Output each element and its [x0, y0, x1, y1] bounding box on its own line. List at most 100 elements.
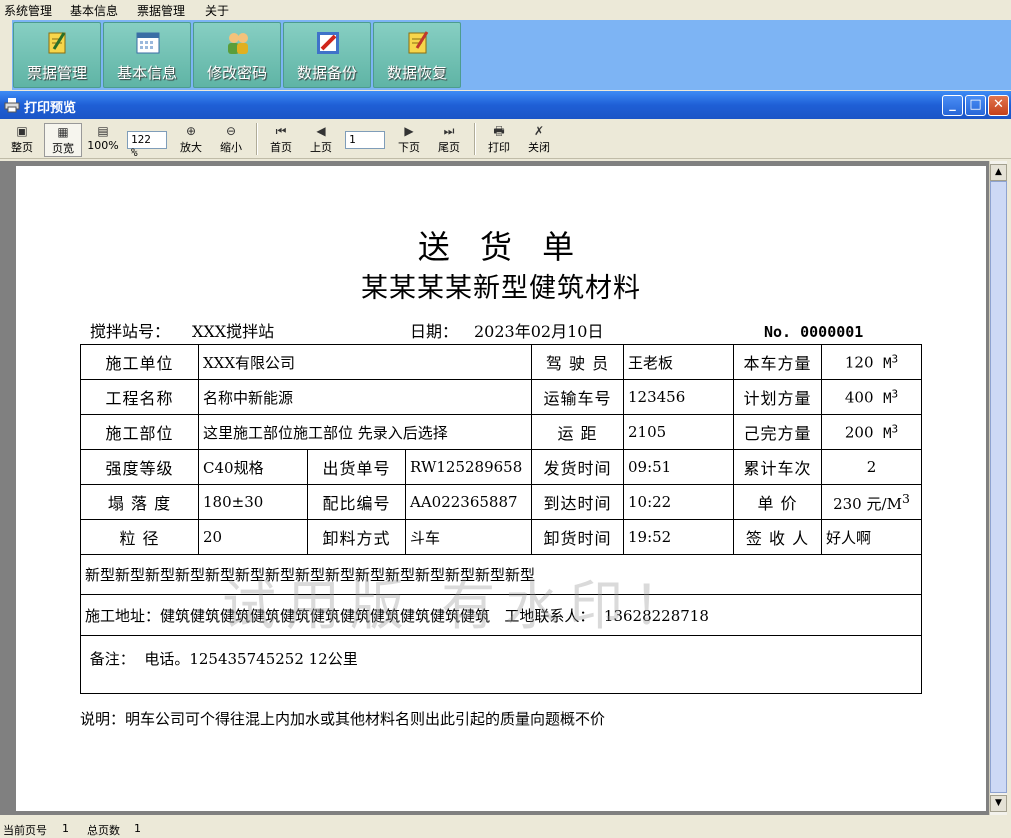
- slump-value: 180±30: [198, 484, 308, 520]
- total-pages-label: 总页数: [87, 824, 120, 837]
- app-toolbar: 票据管理 基本信息 修改密码 数据备份 数据恢复: [0, 20, 1011, 90]
- scroll-up-button[interactable]: ▲: [990, 164, 1007, 181]
- page-width-label: 页宽: [52, 142, 74, 155]
- station-label: 搅拌站号：: [90, 322, 171, 341]
- menu-bar: 系统管理 基本信息 票据管理 关于: [0, 0, 1011, 20]
- zoom-in-button[interactable]: ⊕ 放大: [174, 123, 208, 157]
- close-preview-icon: ✗: [533, 124, 545, 138]
- maximize-button[interactable]: □: [965, 95, 986, 116]
- next-page-icon: ▶: [404, 124, 414, 138]
- slump-label: 塌 落 度: [80, 484, 199, 520]
- print-label: 打印: [488, 141, 510, 154]
- restore-icon: [408, 31, 429, 54]
- zoom-out-label: 缩小: [220, 141, 242, 154]
- first-page-label: 首页: [270, 141, 292, 154]
- print-page: 送 货 单 某某某某新型健筑材料 搅拌站号： XXX搅拌站 日期： 2023年0…: [16, 166, 986, 811]
- construction-unit-value: XXX有限公司: [198, 344, 532, 380]
- station-value: XXX搅拌站: [192, 322, 275, 341]
- toolbar-separator: [256, 123, 258, 155]
- construction-part-value: 这里施工部位施工部位 先录入后选择: [198, 414, 532, 450]
- zoom-100-button[interactable]: ▤ 100%: [86, 123, 120, 157]
- ticket-number: No. 0000001: [764, 323, 864, 341]
- printer-icon: [4, 98, 20, 113]
- window-title: 打印预览: [24, 101, 77, 116]
- users-icon: [228, 33, 248, 54]
- table-row: 粒 径 20 卸料方式 斗车 卸货时间 19:52 签 收 人 好人啊: [80, 519, 922, 555]
- prev-page-button[interactable]: ◀ 上页: [304, 123, 338, 157]
- table-row: 工程名称 名称中新能源 运输车号 123456 计划方量 400 M3: [80, 379, 922, 415]
- document-note: 说明：明车公司可个得往混上内加水或其他材料名则出此引起的质量向题概不价: [80, 710, 606, 728]
- unit-price-value: 230: [833, 494, 862, 513]
- delivery-table: 施工单位 XXX有限公司 驾 驶 员 王老板 本车方量 120 M3 工程名称 …: [80, 344, 922, 694]
- completed-volume-value: 200: [844, 423, 874, 442]
- ticket-management-button[interactable]: 票据管理: [13, 22, 101, 88]
- project-name-value: 名称中新能源: [198, 379, 532, 415]
- receiver-label: 签 收 人: [733, 519, 822, 555]
- vertical-scrollbar[interactable]: ▲ ▼: [989, 161, 1007, 815]
- whole-page-button[interactable]: ▣ 整页: [4, 123, 40, 157]
- basic-info-label: 基本信息: [116, 64, 177, 82]
- last-page-label: 尾页: [438, 141, 460, 154]
- print-button[interactable]: 🖶 打印: [482, 123, 516, 157]
- driver-value: 王老板: [623, 344, 734, 380]
- menu-system[interactable]: 系统管理: [4, 2, 52, 19]
- calendar-icon: [136, 32, 160, 54]
- zoom-in-label: 放大: [180, 141, 202, 154]
- table-row: 施工单位 XXX有限公司 驾 驶 员 王老板 本车方量 120 M3: [80, 344, 922, 380]
- strength-grade-value: C40规格: [198, 449, 308, 485]
- address-label: 施工地址：: [85, 606, 161, 625]
- menu-ticket[interactable]: 票据管理: [137, 2, 185, 19]
- planned-volume-unit: M3: [883, 387, 899, 407]
- unit-price-label: 单 价: [733, 484, 822, 520]
- zoom-out-button[interactable]: ⊖ 缩小: [214, 123, 248, 157]
- current-page-label: 当前页号: [3, 824, 47, 837]
- completed-volume-unit: M3: [883, 422, 899, 442]
- unloading-method-value: 斗车: [405, 519, 532, 555]
- scroll-down-button[interactable]: ▼: [990, 795, 1007, 812]
- trip-count-label: 累计车次: [733, 449, 822, 485]
- shipment-no-label: 出货单号: [307, 449, 406, 485]
- arrival-time-label: 到达时间: [531, 484, 624, 520]
- data-backup-button[interactable]: 数据备份: [283, 22, 371, 88]
- departure-time-value: 09:51: [623, 449, 734, 485]
- page-number-input[interactable]: 1: [345, 131, 385, 149]
- zoom-in-icon: ⊕: [185, 124, 197, 138]
- scroll-up-icon: ▲: [995, 167, 1002, 177]
- completed-volume-cell: 200 M3: [821, 414, 922, 450]
- zoom-input[interactable]: 122 %: [127, 131, 167, 159]
- date-value: 2023年02月10日: [474, 322, 604, 341]
- construction-part-label: 施工部位: [80, 414, 199, 450]
- menu-about[interactable]: 关于: [205, 2, 229, 19]
- driver-label: 驾 驶 员: [531, 344, 624, 380]
- scroll-thumb[interactable]: [990, 181, 1007, 793]
- load-volume-unit: M3: [883, 352, 899, 372]
- minimize-button[interactable]: _: [942, 95, 963, 116]
- unloading-time-value: 19:52: [623, 519, 734, 555]
- data-restore-button[interactable]: 数据恢复: [373, 22, 461, 88]
- table-row: 施工部位 这里施工部位施工部位 先录入后选择 运 距 2105 己完方量 200…: [80, 414, 922, 450]
- total-pages-value: 1: [134, 822, 141, 835]
- whole-page-label: 整页: [11, 141, 33, 154]
- whole-page-icon: ▣: [16, 124, 28, 138]
- close-preview-button[interactable]: ✗ 关闭: [522, 123, 556, 157]
- last-page-button[interactable]: ⏭ 尾页: [432, 123, 466, 157]
- close-window-button[interactable]: ✕: [988, 95, 1009, 116]
- receiver-value: 好人啊: [821, 519, 922, 555]
- basic-info-button[interactable]: 基本信息: [103, 22, 191, 88]
- page-width-button[interactable]: ▦ 页宽: [44, 123, 82, 157]
- print-icon: 🖶: [493, 124, 505, 138]
- mix-no-value: AA022365887: [405, 484, 532, 520]
- next-page-button[interactable]: ▶ 下页: [392, 123, 426, 157]
- distance-value: 2105: [623, 414, 734, 450]
- menu-basic-info[interactable]: 基本信息: [70, 2, 118, 19]
- minimize-icon: _: [949, 97, 956, 112]
- notepad-icon: [48, 32, 66, 54]
- current-page-value: 1: [62, 822, 69, 835]
- table-row: 塌 落 度 180±30 配比编号 AA022365887 到达时间 10:22…: [80, 484, 922, 520]
- prev-page-icon: ◀: [316, 124, 326, 138]
- scroll-down-icon: ▼: [995, 798, 1002, 808]
- change-password-button[interactable]: 修改密码: [193, 22, 281, 88]
- first-page-button[interactable]: ⏮ 首页: [264, 123, 298, 157]
- prev-page-label: 上页: [310, 141, 332, 154]
- vehicle-no-label: 运输车号: [531, 379, 624, 415]
